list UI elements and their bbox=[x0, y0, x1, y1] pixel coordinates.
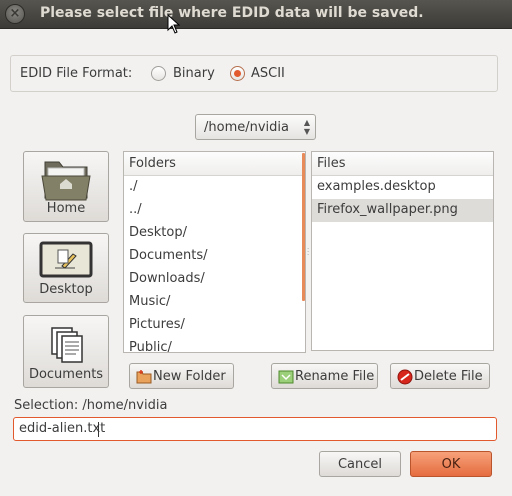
delete-file-button[interactable]: Delete File bbox=[390, 363, 490, 389]
format-label: EDID File Format: bbox=[20, 66, 133, 81]
close-button[interactable]: × bbox=[5, 4, 25, 24]
new-folder-icon bbox=[136, 370, 152, 384]
file-item-selected[interactable]: Firefox_wallpaper.png bbox=[312, 199, 493, 222]
place-home-button[interactable]: Home bbox=[23, 151, 109, 222]
filename-input[interactable]: edid-alien.txt bbox=[13, 417, 497, 441]
documents-icon bbox=[51, 327, 83, 363]
filename-input-value: edid-alien.txt bbox=[19, 421, 106, 436]
folder-item[interactable]: Downloads/ bbox=[124, 268, 305, 291]
folders-scrollbar[interactable] bbox=[302, 153, 305, 301]
rename-file-button[interactable]: Rename File bbox=[271, 363, 378, 389]
desktop-icon bbox=[39, 241, 93, 278]
file-item[interactable]: examples.desktop bbox=[312, 176, 493, 199]
place-desktop-button[interactable]: Desktop bbox=[23, 233, 109, 303]
mouse-cursor-icon bbox=[167, 14, 181, 34]
ok-label: OK bbox=[441, 457, 461, 472]
cancel-button[interactable]: Cancel bbox=[319, 451, 401, 477]
place-home-label: Home bbox=[46, 201, 86, 216]
folder-item[interactable]: Documents/ bbox=[124, 245, 305, 268]
radio-ascii-label[interactable]: ASCII bbox=[251, 66, 285, 81]
path-combo-value: /home/nvidia bbox=[204, 120, 289, 135]
folders-list[interactable]: Folders ./ ../ Desktop/ Documents/ Downl… bbox=[123, 151, 306, 353]
radio-binary-label[interactable]: Binary bbox=[173, 66, 215, 81]
folder-item[interactable]: Pictures/ bbox=[124, 314, 305, 337]
folder-item[interactable]: ../ bbox=[124, 199, 305, 222]
place-desktop-label: Desktop bbox=[39, 282, 93, 297]
selection-label: Selection: /home/nvidia bbox=[14, 398, 168, 413]
radio-binary[interactable] bbox=[151, 66, 166, 81]
folder-item[interactable]: Desktop/ bbox=[124, 222, 305, 245]
radio-ascii[interactable] bbox=[230, 66, 245, 81]
window-title: Please select file where EDID data will … bbox=[40, 5, 424, 21]
new-folder-button[interactable]: New Folder bbox=[129, 363, 234, 389]
delete-icon bbox=[397, 369, 413, 385]
folders-header[interactable]: Folders bbox=[124, 152, 305, 176]
path-combo[interactable]: /home/nvidia ▲ ▼ bbox=[195, 114, 316, 140]
delete-file-label: Delete File bbox=[414, 369, 483, 384]
place-documents-button[interactable]: Documents bbox=[23, 315, 109, 388]
ok-button[interactable]: OK bbox=[410, 451, 492, 477]
files-list[interactable]: Files examples.desktop Firefox_wallpaper… bbox=[311, 151, 494, 351]
place-documents-label: Documents bbox=[28, 367, 104, 382]
pane-splitter-handle[interactable]: · · · bbox=[307, 246, 310, 259]
rename-file-icon bbox=[278, 370, 294, 384]
format-frame: EDID File Format: Binary ASCII bbox=[10, 55, 498, 92]
rename-file-label: Rename File bbox=[295, 369, 375, 384]
close-icon: × bbox=[9, 6, 21, 21]
home-folder-icon bbox=[41, 161, 91, 201]
new-folder-label: New Folder bbox=[153, 369, 226, 384]
files-header[interactable]: Files bbox=[312, 152, 493, 176]
folder-item[interactable]: Music/ bbox=[124, 291, 305, 314]
folder-item[interactable]: Public/ bbox=[124, 337, 305, 352]
text-caret bbox=[98, 422, 99, 437]
cancel-label: Cancel bbox=[337, 457, 383, 472]
spin-arrows-icon: ▲ ▼ bbox=[303, 118, 310, 136]
title-bar: × Please select file where EDID data wil… bbox=[0, 0, 512, 29]
folder-item[interactable]: ./ bbox=[124, 176, 305, 199]
